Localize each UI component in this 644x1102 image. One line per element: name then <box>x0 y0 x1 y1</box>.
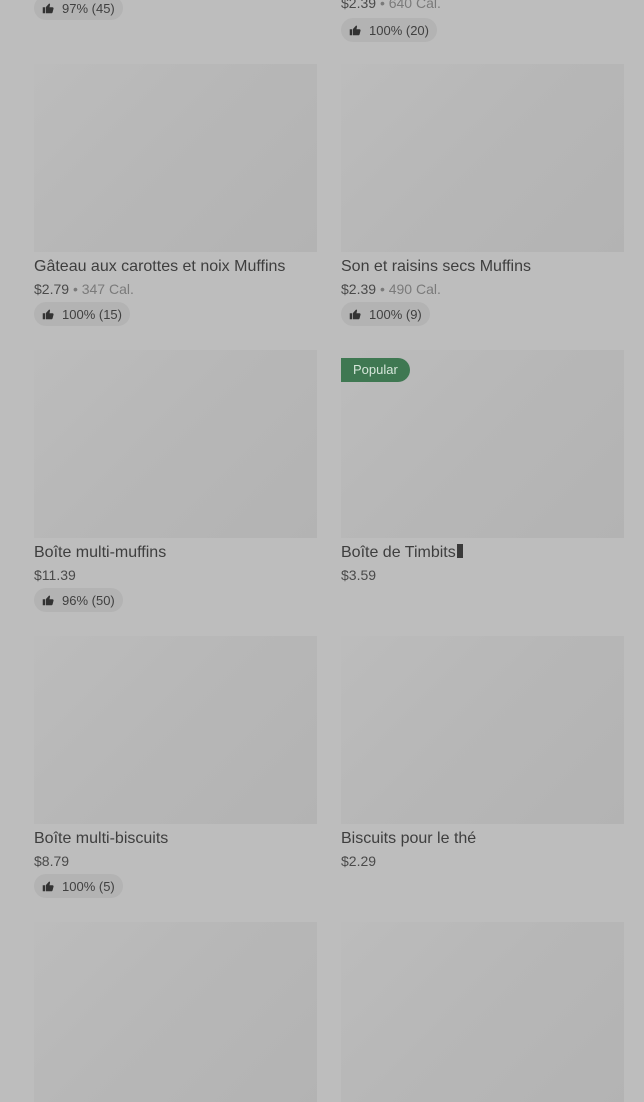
item-image[interactable] <box>34 350 317 538</box>
menu-item-card[interactable] <box>341 922 624 1102</box>
text-cursor <box>456 544 463 558</box>
separator: • <box>379 0 385 11</box>
menu-item-card[interactable]: Gâteau aux carottes et noix Muffins $2.7… <box>34 64 317 326</box>
calories: 347 Cal. <box>81 281 134 297</box>
price: $3.59 <box>341 567 377 583</box>
rating-badge: 96% (50) <box>34 588 123 612</box>
price: $2.79 <box>34 281 70 297</box>
price: $8.79 <box>34 853 70 869</box>
price: $11.39 <box>34 567 76 583</box>
price-line: $11.39 <box>34 564 317 586</box>
item-name: Boîte de Timbits <box>341 542 624 564</box>
menu-item-card[interactable]: Boîte multi-biscuits $8.79 100% (5) <box>34 636 317 898</box>
rating-text: 100% (9) <box>369 306 422 322</box>
thumbs-up-icon <box>42 309 54 320</box>
thumbs-up-icon <box>349 25 361 36</box>
price-line: $2.39 • 640 Cal. <box>341 0 441 14</box>
menu-item-card[interactable]: Popular Boîte de Timbits $3.59 <box>341 350 624 586</box>
calories: 490 Cal. <box>388 281 441 297</box>
price-line: $8.79 <box>34 850 317 872</box>
rating-badge: 100% (9) <box>341 302 430 326</box>
popular-badge: Popular <box>341 358 410 382</box>
item-name-text: Boîte de Timbits <box>341 544 456 561</box>
item-image[interactable] <box>34 636 317 824</box>
item-image[interactable] <box>341 64 624 252</box>
item-name: Son et raisins secs Muffins <box>341 258 532 275</box>
item-name: Biscuits pour le thé <box>341 830 477 847</box>
price: $2.29 <box>341 853 377 869</box>
price-line: $2.79 • 347 Cal. <box>34 278 317 300</box>
item-name: Boîte multi-muffins <box>34 544 167 561</box>
rating-text: 96% (50) <box>62 592 115 608</box>
menu-item-card[interactable] <box>34 922 317 1102</box>
price: $2.39 <box>341 0 377 11</box>
calories: 640 Cal. <box>388 0 441 11</box>
menu-item-card[interactable]: Son et raisins secs Muffins $2.39 • 490 … <box>341 64 624 326</box>
item-image[interactable] <box>34 64 317 252</box>
price-line: $3.59 <box>341 564 624 586</box>
rating-text: 100% (20) <box>369 22 429 38</box>
rating-text: 100% (15) <box>62 306 122 322</box>
item-image[interactable]: Popular <box>341 350 624 538</box>
rating-badge: 100% (15) <box>34 302 130 326</box>
thumbs-up-icon <box>349 309 361 320</box>
rating-badge: 97% (45) <box>34 0 123 20</box>
thumbs-up-icon <box>42 881 54 892</box>
rating-badge: 100% (5) <box>34 874 123 898</box>
separator: • <box>379 281 385 297</box>
menu-grid: 97% (45) $2.39 • 640 Cal. 100% (20) Gâte… <box>0 0 644 1102</box>
item-name: Gâteau aux carottes et noix Muffins <box>34 258 286 275</box>
rating-badge: 100% (20) <box>341 18 437 42</box>
item-image[interactable] <box>34 922 317 1102</box>
thumbs-up-icon <box>42 595 54 606</box>
thumbs-up-icon <box>42 3 54 14</box>
separator: • <box>72 281 78 297</box>
item-image[interactable] <box>341 922 624 1102</box>
price-line: $2.29 <box>341 850 624 872</box>
price-line: $2.39 • 490 Cal. <box>341 278 624 300</box>
menu-item-card[interactable]: Biscuits pour le thé $2.29 <box>341 636 624 872</box>
rating-text: 97% (45) <box>62 0 115 16</box>
rating-text: 100% (5) <box>62 878 115 894</box>
price: $2.39 <box>341 281 377 297</box>
item-image[interactable] <box>341 636 624 824</box>
item-name: Boîte multi-biscuits <box>34 830 169 847</box>
menu-item-card[interactable]: Boîte multi-muffins $11.39 96% (50) <box>34 350 317 612</box>
